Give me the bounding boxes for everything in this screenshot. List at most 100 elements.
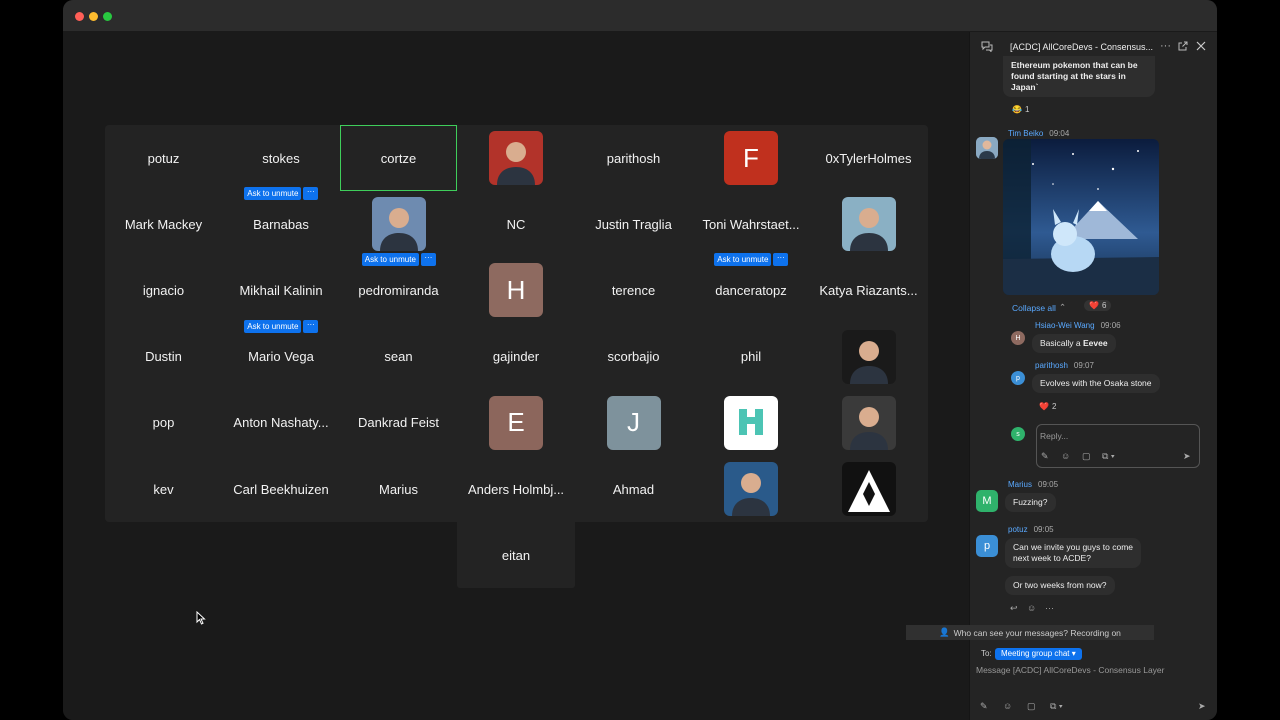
emoji-icon[interactable]: ☺ — [1003, 701, 1012, 711]
ask-to-unmute-button[interactable]: Ask to unmute — [244, 187, 302, 201]
participant-tile[interactable]: terence — [575, 257, 692, 323]
reply-input-box[interactable]: Reply... ✎ ☺ ▢ ⧉ ▾ ➤ — [1036, 424, 1200, 468]
participant-tile[interactable]: Dankrad Feist — [340, 390, 457, 456]
reaction-heart[interactable]: ❤️ 6 — [1084, 300, 1112, 311]
sender-name: parithosh 09:07 — [1035, 361, 1094, 370]
participant-tile[interactable]: ignacio — [105, 257, 222, 323]
participant-tile[interactable]: pop — [105, 390, 222, 456]
participant-tile-photo[interactable] — [340, 191, 457, 257]
participant-tile[interactable]: Mark Mackey — [105, 191, 222, 257]
participant-tile[interactable]: Marius — [340, 456, 457, 522]
message-time: 09:07 — [1073, 361, 1094, 370]
participant-tile[interactable]: potuz — [105, 125, 222, 191]
participant-tile[interactable]: phil — [693, 324, 810, 390]
participant-tile[interactable]: danceratopz — [693, 257, 810, 323]
participant-tile[interactable]: gajinder — [458, 324, 575, 390]
more-options-icon[interactable]: ··· — [1045, 603, 1054, 613]
reply-icon[interactable]: ↩ — [1010, 603, 1018, 614]
participant-tile[interactable]: stokes — [223, 125, 340, 191]
send-icon[interactable]: ➤ — [1183, 451, 1191, 462]
reaction-laugh[interactable]: 😂 1 — [1012, 105, 1029, 114]
zoom-window-button[interactable] — [103, 12, 112, 21]
file-icon[interactable]: ▢ — [1027, 701, 1036, 712]
message-text: Basically a — [1040, 338, 1083, 348]
file-icon[interactable]: ▢ — [1082, 451, 1091, 462]
participant-tile[interactable]: parithosh — [575, 125, 692, 191]
participant-tile[interactable]: Dustin — [105, 324, 222, 390]
participant-tile-photo[interactable] — [810, 191, 927, 257]
participant-tile-photo[interactable] — [693, 456, 810, 522]
participant-tile[interactable]: J — [575, 390, 692, 456]
reply-input[interactable]: Reply... — [1040, 431, 1068, 441]
format-icon[interactable]: ✎ — [980, 701, 988, 712]
participant-tile[interactable]: 0xTylerHolmes — [810, 125, 927, 191]
participant-name: Carl Beekhuizen — [233, 481, 329, 497]
who-can-see-banner[interactable]: 👤 Who can see your messages? Recording o… — [906, 625, 1154, 640]
participant-tile[interactable]: cortze — [340, 125, 457, 191]
participant-tile[interactable]: pedromiranda — [340, 257, 457, 323]
participant-avatar: E — [489, 395, 543, 450]
participant-tile[interactable]: F — [693, 125, 810, 191]
screenshot-icon[interactable]: ⧉ ▾ — [1050, 701, 1063, 712]
format-icon[interactable]: ✎ — [1041, 451, 1049, 462]
ask-to-unmute-button[interactable]: Ask to unmute — [361, 253, 419, 267]
add-reaction-icon[interactable]: ☺ — [1027, 603, 1036, 613]
message-input[interactable]: Message [ACDC] AllCoreDevs - Consensus L… — [976, 665, 1196, 675]
ask-to-unmute-button[interactable]: Ask to unmute — [244, 319, 302, 333]
participant-tile[interactable]: kev — [105, 456, 222, 522]
participant-tile-photo[interactable] — [810, 324, 927, 390]
pop-out-icon[interactable] — [1178, 41, 1188, 51]
participant-name: Toni Wahrstaet... — [702, 216, 800, 232]
close-icon[interactable] — [1196, 41, 1206, 51]
participant-tile[interactable]: Mario Vega — [223, 324, 340, 390]
reaction-heart[interactable]: ❤️ 2 — [1039, 402, 1056, 411]
more-options-icon[interactable]: ··· — [1160, 40, 1171, 52]
shared-image[interactable] — [1003, 139, 1159, 295]
participant-tile[interactable]: Anders Holmbj... — [458, 456, 575, 522]
more-options-icon[interactable]: ··· — [303, 187, 319, 201]
participant-tile[interactable]: Toni Wahrstaet... — [693, 191, 810, 257]
recipient-dropdown[interactable]: Meeting group chat ▾ — [995, 648, 1082, 660]
participant-tile[interactable]: Ahmad — [575, 456, 692, 522]
participant-tile-photo[interactable] — [458, 125, 575, 191]
avatar-tim-beiko[interactable] — [976, 137, 998, 159]
participant-tile[interactable]: sean — [340, 324, 457, 390]
participant-tile-photo[interactable] — [810, 456, 927, 522]
more-options-icon[interactable]: ··· — [420, 253, 436, 267]
participant-name: danceratopz — [715, 282, 787, 298]
participant-name: NC — [506, 216, 526, 232]
more-options-icon[interactable]: ··· — [303, 319, 319, 333]
avatar-potuz[interactable]: p — [976, 535, 998, 557]
reaction-count: 2 — [1051, 402, 1057, 411]
participant-tile[interactable]: NC — [458, 191, 575, 257]
emoji-icon[interactable]: ☺ — [1061, 451, 1070, 461]
send-icon[interactable]: ➤ — [1198, 701, 1206, 712]
avatar-marius[interactable]: M — [976, 490, 998, 512]
more-options-icon[interactable]: ··· — [773, 253, 789, 267]
heart-emoji-icon: ❤️ — [1089, 301, 1099, 310]
participant-tile[interactable]: Carl Beekhuizen — [223, 456, 340, 522]
ask-to-unmute-button[interactable]: Ask to unmute — [714, 253, 772, 267]
participant-name: Katya Riazants... — [819, 282, 918, 298]
chat-icon[interactable] — [981, 41, 993, 52]
screenshot-icon[interactable]: ⧉ ▾ — [1102, 451, 1115, 462]
participant-tile-photo[interactable] — [810, 390, 927, 456]
minimize-window-button[interactable] — [89, 12, 98, 21]
participant-tile[interactable]: Katya Riazants... — [810, 257, 927, 323]
sender-name: potuz 09:05 — [1008, 525, 1054, 534]
participant-tile[interactable]: H — [458, 257, 575, 323]
participant-tile[interactable]: scorbajio — [575, 324, 692, 390]
collapse-all-button[interactable]: Collapse all ⌃ — [1012, 302, 1066, 313]
participant-tile-eitan[interactable]: eitan — [457, 522, 575, 588]
avatar-parithosh[interactable]: p — [1011, 371, 1025, 385]
participant-tile[interactable]: Justin Traglia — [575, 191, 692, 257]
close-window-button[interactable] — [75, 12, 84, 21]
participant-tile[interactable]: Mikhail Kalinin — [223, 257, 340, 323]
participant-tile[interactable]: Anton Nashaty... — [223, 390, 340, 456]
avatar-hsiao-wei-wang[interactable]: H — [1011, 331, 1025, 345]
participant-tile[interactable]: E — [458, 390, 575, 456]
participant-tile-photo[interactable] — [693, 390, 810, 456]
message-time: 09:04 — [1049, 129, 1070, 138]
participant-name: Marius — [378, 481, 418, 497]
participant-tile[interactable]: Barnabas — [223, 191, 340, 257]
